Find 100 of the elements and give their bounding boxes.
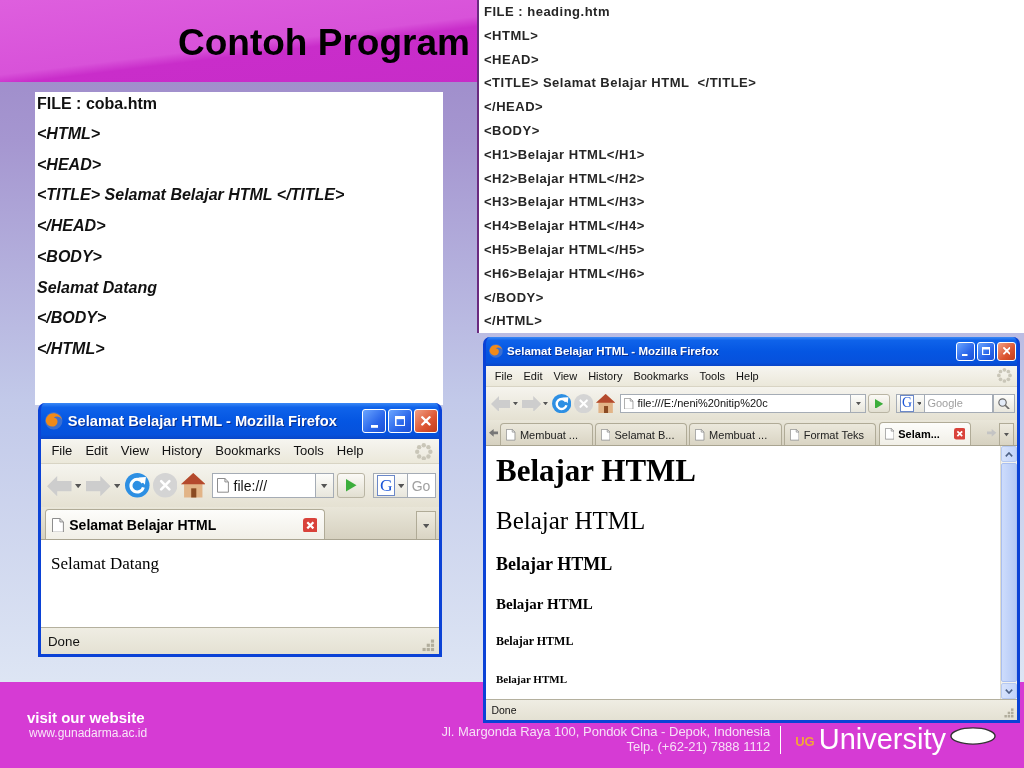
go-button[interactable] (868, 393, 891, 414)
tab[interactable]: Selam... (878, 421, 971, 446)
address-line: Jl. Margonda Raya 100, Pondok Cina - Depok, Indonesia (441, 724, 771, 739)
code-line: <H6>Belajar HTML</H6> (484, 264, 645, 283)
heading: Belajar HTML (496, 506, 646, 537)
menu-item[interactable]: File (489, 368, 519, 383)
menu-item[interactable]: File (44, 442, 79, 460)
code-line: <BODY> (37, 246, 102, 267)
caret-icon[interactable] (512, 401, 518, 406)
address-field[interactable]: file:///E:/neni%20nitip%20c (619, 393, 851, 414)
search-engine-button[interactable]: G (896, 393, 925, 414)
spinner-icon (996, 368, 1012, 384)
scroll-up-button[interactable] (1001, 446, 1017, 463)
close-icon[interactable] (953, 428, 966, 440)
search-field[interactable]: Go (408, 473, 437, 498)
address-line: Telp. (+62-21) 7888 1112 (626, 739, 771, 754)
minimize-button[interactable] (362, 409, 386, 434)
emblem-icon (950, 727, 996, 745)
close-button[interactable] (997, 341, 1016, 361)
browser-logo-icon (45, 412, 63, 430)
code-line: </BODY> (37, 308, 107, 329)
menu-item[interactable]: Tools (286, 442, 331, 460)
home-icon[interactable] (595, 393, 615, 414)
tab-list-button[interactable] (415, 511, 436, 540)
slide-title: Contoh Program (178, 21, 470, 65)
maximize-button[interactable] (976, 341, 996, 361)
menu-item[interactable]: Bookmarks (627, 368, 694, 383)
logo-mark: UG (795, 735, 815, 749)
chevron-up-icon (1005, 451, 1013, 457)
resize-grip-icon[interactable] (422, 639, 435, 652)
close-button[interactable] (413, 409, 438, 434)
page-icon (884, 428, 894, 440)
caret-icon[interactable] (543, 401, 549, 406)
search-icon (998, 397, 1010, 410)
menu-item[interactable]: Edit (518, 368, 548, 383)
scrollbar-thumb[interactable] (1001, 463, 1017, 683)
scroll-down-button[interactable] (1001, 683, 1017, 700)
code-line: </HEAD> (484, 98, 544, 117)
address-field[interactable]: file:/// (211, 473, 315, 498)
minimize-icon (370, 425, 378, 428)
search-button[interactable] (992, 393, 1015, 414)
maximize-icon (981, 347, 990, 356)
go-button[interactable] (337, 473, 366, 498)
menu-item[interactable]: Bookmarks (208, 442, 287, 460)
code-line: <HEAD> (37, 154, 102, 175)
play-icon (875, 398, 884, 409)
spinner-icon (414, 442, 433, 461)
window-title: Selamat Belajar HTML - Mozilla Firefox (67, 413, 337, 430)
caret-icon[interactable] (113, 483, 121, 488)
code-line: <BODY> (484, 122, 540, 140)
tab[interactable]: Membuat ... (689, 423, 782, 446)
code-line: <HTML> (37, 124, 101, 144)
menu-item[interactable]: Help (730, 368, 765, 383)
tab[interactable]: Selamat B... (594, 423, 688, 446)
close-icon[interactable] (302, 517, 318, 533)
paragraph-text: Selamat Datang (51, 554, 160, 575)
menu-item[interactable]: History (155, 442, 209, 460)
code-line: <TITLE> Selamat Belajar HTML </TITLE> (37, 185, 345, 206)
file-name: FILE : coba.htm (37, 94, 157, 114)
caret-icon (855, 401, 861, 406)
minimize-button[interactable] (955, 341, 975, 361)
left-arrow-icon[interactable] (488, 428, 499, 437)
code-line: <HEAD> (484, 50, 540, 69)
menu-item[interactable]: View (548, 368, 583, 383)
page-icon (695, 429, 705, 441)
tab[interactable]: Format Teks (784, 423, 877, 446)
browser-logo-icon (489, 344, 504, 359)
caret-icon (1004, 433, 1009, 437)
dropdown-button[interactable] (314, 473, 335, 498)
resize-grip-icon[interactable] (1003, 708, 1014, 718)
home-icon[interactable] (180, 473, 206, 498)
menu-item[interactable]: View (114, 442, 156, 460)
menu-item[interactable]: History (582, 368, 628, 383)
play-icon (346, 479, 357, 492)
reload-icon[interactable] (552, 393, 572, 414)
logo-wordmark: University (818, 723, 946, 755)
page-icon (51, 517, 64, 533)
page-icon (506, 429, 516, 441)
caret-icon[interactable] (74, 483, 82, 488)
menu-item[interactable]: Help (330, 442, 371, 460)
tab-list-button[interactable] (998, 423, 1015, 446)
heading: Belajar HTML (496, 553, 613, 577)
tab[interactable]: Selamat Belajar HTML (44, 509, 325, 540)
page-icon (600, 429, 611, 441)
caret-icon (398, 483, 405, 488)
code-line: <HTML> (484, 26, 539, 45)
heading: Belajar HTML (496, 452, 697, 491)
tab[interactable]: Membuat ... (500, 423, 593, 446)
search-field[interactable]: Google (924, 393, 993, 414)
maximize-button[interactable] (388, 409, 412, 434)
menu-item[interactable]: Edit (78, 442, 115, 460)
code-line: </HEAD> (37, 216, 106, 237)
code-line: <H5>Belajar HTML</H5> (484, 240, 645, 259)
code-line: <H1>Belajar HTML</H1> (484, 145, 645, 164)
menu-item[interactable]: Tools (693, 368, 731, 383)
dropdown-button[interactable] (850, 393, 866, 414)
search-engine-button[interactable]: G (373, 473, 409, 498)
reload-icon[interactable] (125, 473, 150, 498)
code-line: <H4>Belajar HTML</H4> (484, 217, 645, 236)
website-url: www.gunadarma.ac.id (29, 726, 148, 740)
